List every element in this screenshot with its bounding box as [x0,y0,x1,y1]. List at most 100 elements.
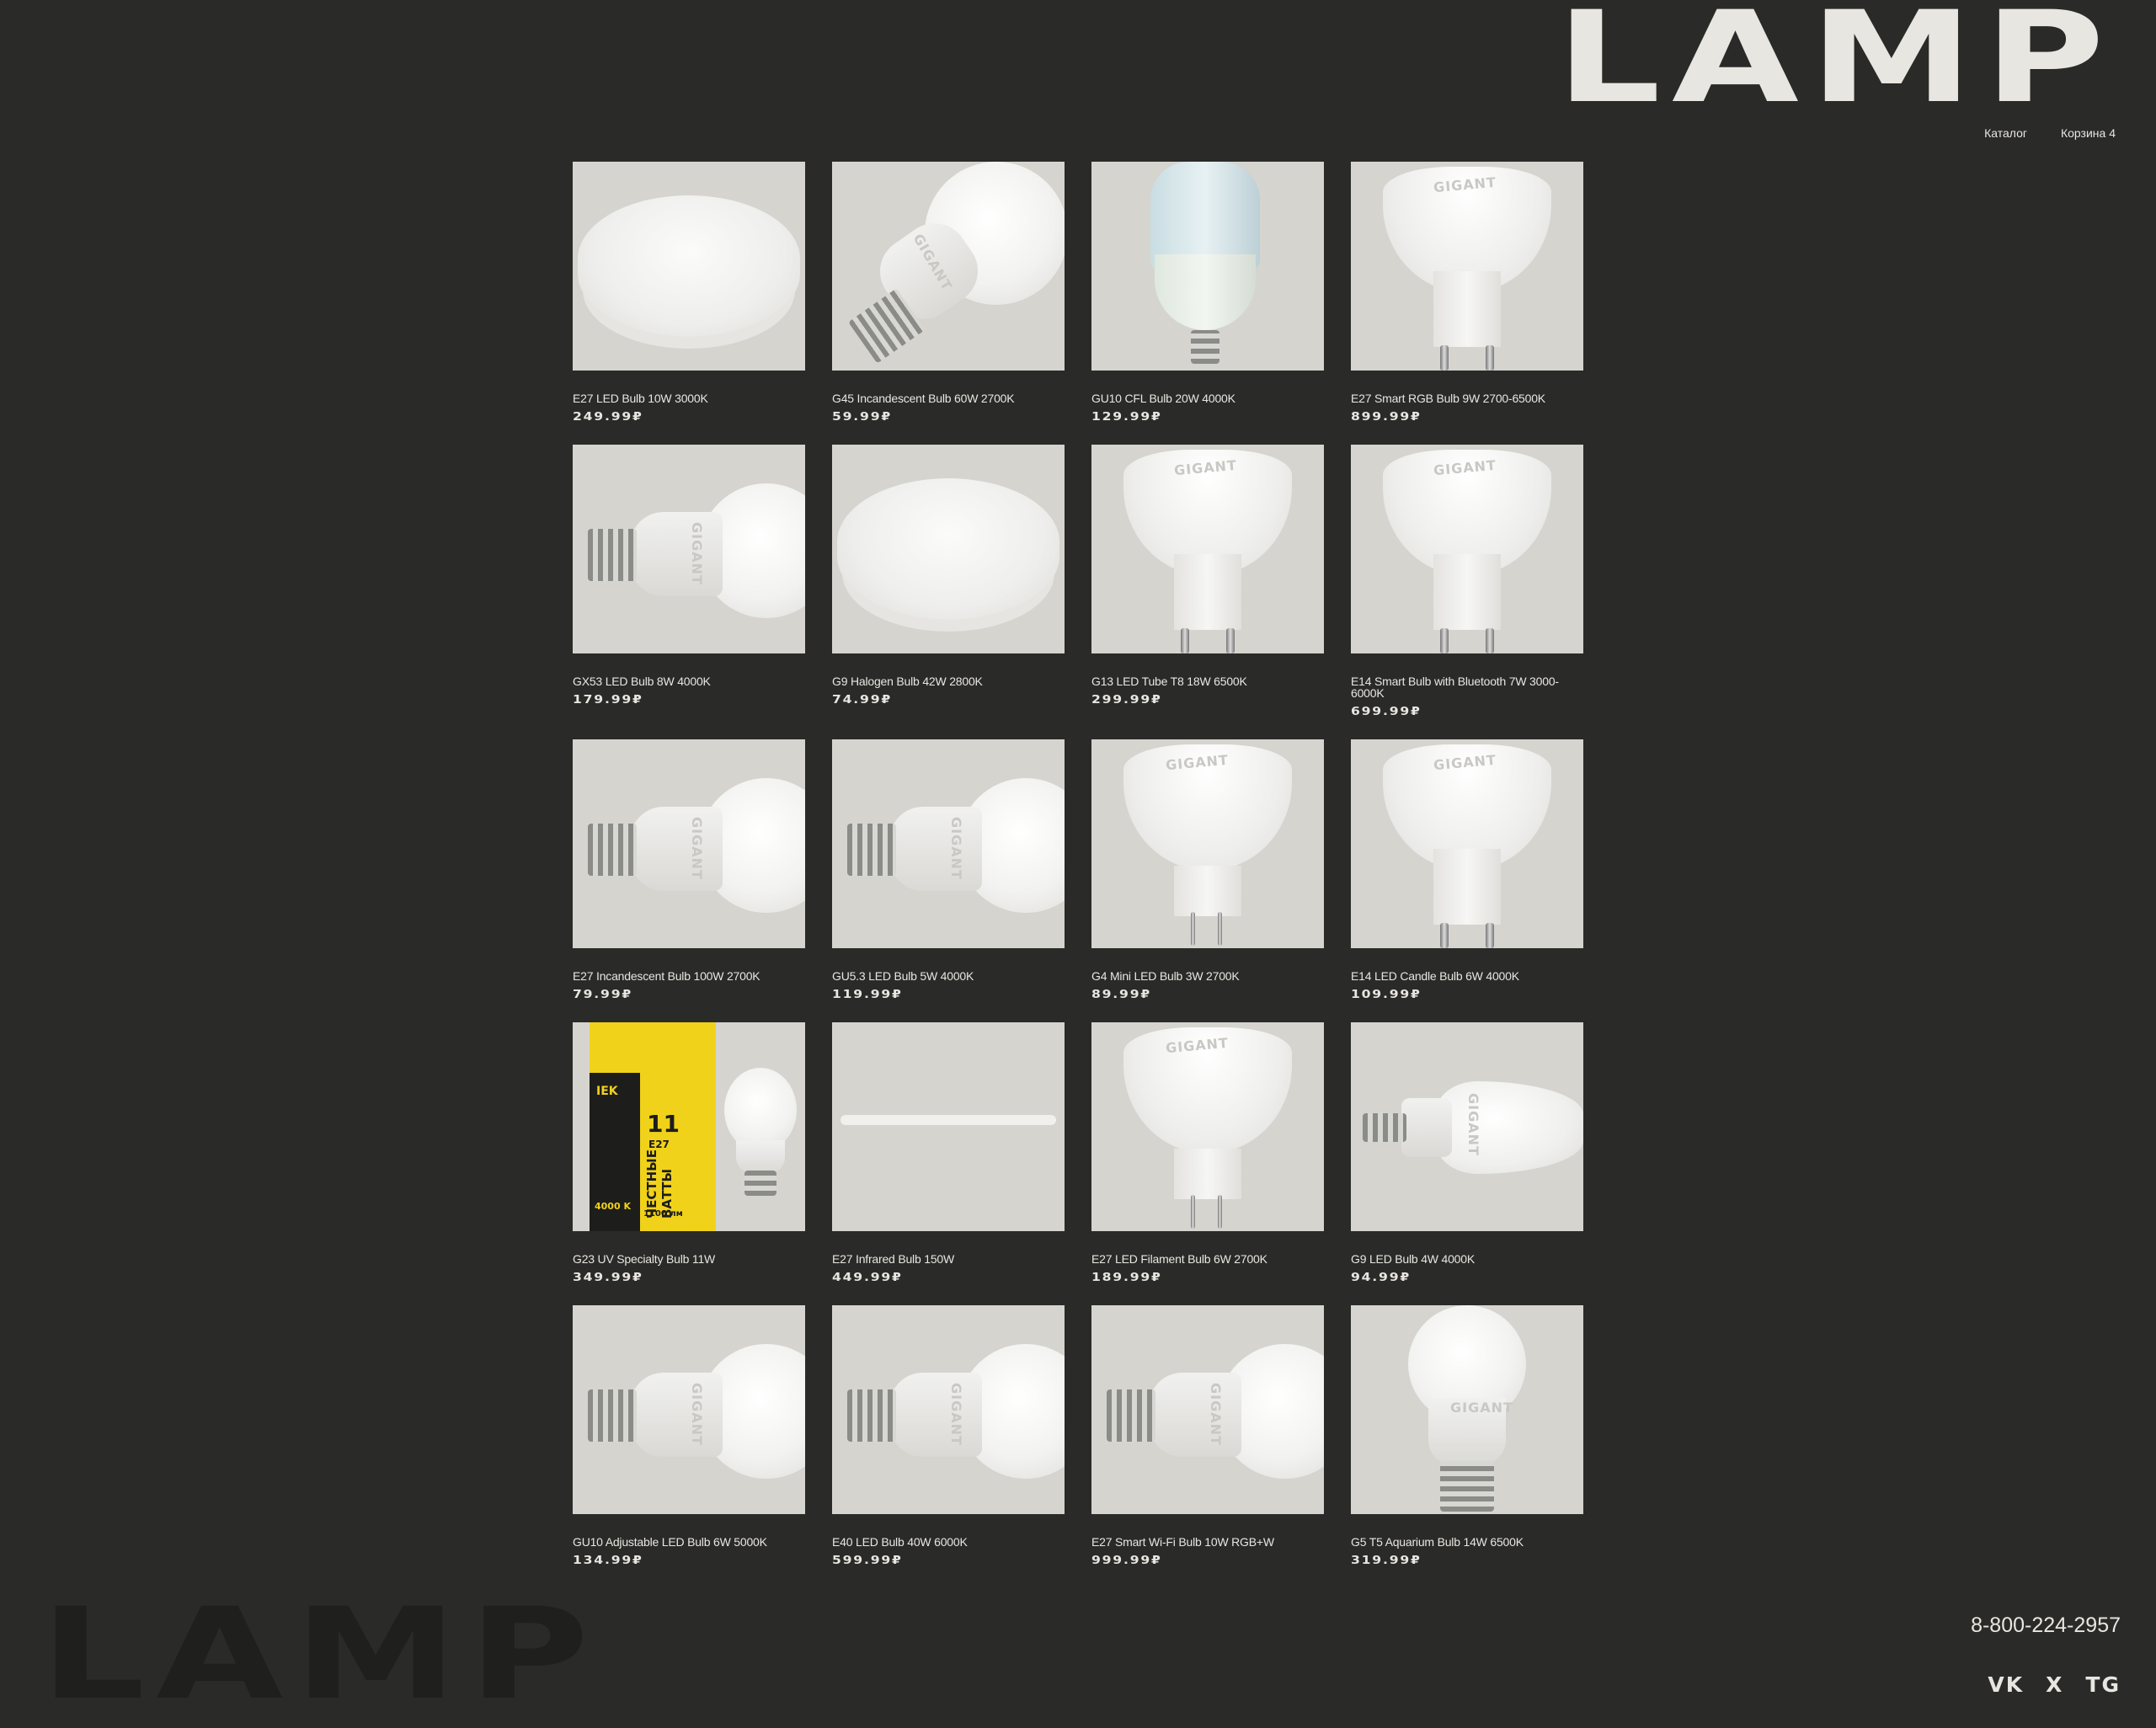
product-price: 599.99₽ [832,1555,903,1567]
product-name[interactable]: GU10 CFL Bulb 20W 4000K [1091,392,1324,404]
product-price: 189.99₽ [1091,1272,1162,1284]
product-name[interactable]: G45 Incandescent Bulb 60W 2700K [832,392,1065,404]
linear-tube-icon [832,1022,1065,1231]
spot-mr16-icon: GIGANT [1091,739,1324,948]
candle-bulb-icon: GIGANT [1351,1022,1583,1231]
product-name[interactable]: GX53 LED Bulb 8W 4000K [573,675,805,687]
product-card[interactable]: GIGANT E40 LED Bulb 40W 6000K 599.99₽ [832,1305,1065,1567]
product-name[interactable]: G23 UV Specialty Bulb 11W [573,1253,805,1265]
bulb-side-icon: GIGANT [573,1305,805,1514]
product-price: 74.99₽ [832,694,893,707]
product-price: 699.99₽ [1351,706,1422,718]
spot-gu10-icon: GIGANT [1351,739,1583,948]
product-price: 94.99₽ [1351,1272,1412,1284]
product-image[interactable]: GIGANT [1091,1305,1324,1514]
social-tg-link[interactable]: TG [2085,1672,2121,1697]
product-name[interactable]: E27 Smart RGB Bulb 9W 2700-6500K [1351,392,1583,404]
spot-gu10-icon: GIGANT [1351,445,1583,653]
product-name[interactable]: G5 T5 Aquarium Bulb 14W 6500K [1351,1536,1583,1548]
boxed-bulb-icon: IEK 11 E27 ЧЕСТНЫЕ ВАТТЫ 4000 K 1100 лм [573,1022,805,1231]
product-name[interactable]: E27 LED Filament Bulb 6W 2700K [1091,1253,1324,1265]
product-card[interactable]: IEK 11 E27 ЧЕСТНЫЕ ВАТТЫ 4000 K 1100 лм … [573,1022,805,1284]
bulb-side-icon: GIGANT [832,739,1065,948]
product-image[interactable]: GIGANT [1351,445,1583,653]
product-image[interactable]: GIGANT [573,445,805,653]
product-card[interactable]: GIGANT GX53 LED Bulb 8W 4000K 179.99₽ [573,445,805,707]
product-image[interactable]: GIGANT [1091,739,1324,948]
product-image[interactable]: GIGANT [832,1305,1065,1514]
product-image[interactable] [573,162,805,371]
product-name[interactable]: E27 Incandescent Bulb 100W 2700K [573,970,805,982]
product-image[interactable]: GIGANT [1351,1022,1583,1231]
brand-logo[interactable]: LAMP [1556,0,2116,121]
product-name[interactable]: GU5.3 LED Bulb 5W 4000K [832,970,1065,982]
product-name[interactable]: E27 LED Bulb 10W 3000K [573,392,805,404]
bulb-tilted-icon: GIGANT [832,162,1065,371]
box-brand-text: IEK [596,1085,618,1098]
product-price: 79.99₽ [573,989,633,1001]
product-image[interactable] [1091,162,1324,371]
gigant-brand-mark: GIGANT [1465,1093,1481,1156]
product-card[interactable]: GIGANT G45 Incandescent Bulb 60W 2700K 5… [832,162,1065,424]
social-x-link[interactable]: X [2046,1672,2063,1697]
product-card[interactable]: GIGANT E14 Smart Bulb with Bluetooth 7W … [1351,445,1583,718]
product-image[interactable]: GIGANT [1091,1022,1324,1231]
product-image[interactable]: GIGANT [832,739,1065,948]
product-price: 59.99₽ [832,411,893,424]
product-image[interactable]: GIGANT [1351,1305,1583,1514]
top-nav: Каталог Корзина 4 [1984,126,2116,140]
product-image[interactable]: GIGANT [573,1305,805,1514]
product-card[interactable]: GIGANT E14 LED Candle Bulb 6W 4000K 109.… [1351,739,1583,1001]
product-price: 319.99₽ [1351,1555,1422,1567]
product-image[interactable]: GIGANT [573,739,805,948]
product-name[interactable]: E27 Infrared Bulb 150W [832,1253,1065,1265]
product-price: 129.99₽ [1091,411,1162,424]
product-price: 899.99₽ [1351,411,1422,424]
product-card[interactable]: GIGANT E27 LED Filament Bulb 6W 2700K 18… [1091,1022,1324,1284]
product-name[interactable]: G13 LED Tube T8 18W 6500K [1091,675,1324,687]
box-temp-text: 4000 K [595,1201,631,1212]
bulb-side-icon: GIGANT [832,1305,1065,1514]
product-image[interactable]: IEK 11 E27 ЧЕСТНЫЕ ВАТТЫ 4000 K 1100 лм [573,1022,805,1231]
product-name[interactable]: G4 Mini LED Bulb 3W 2700K [1091,970,1324,982]
product-card[interactable]: GIGANT E27 Incandescent Bulb 100W 2700K … [573,739,805,1001]
product-price: 999.99₽ [1091,1555,1162,1567]
product-name[interactable]: E27 Smart Wi-Fi Bulb 10W RGB+W [1091,1536,1324,1548]
product-card[interactable]: G9 Halogen Bulb 42W 2800K 74.99₽ [832,445,1065,707]
product-card[interactable]: GU10 CFL Bulb 20W 4000K 129.99₽ [1091,162,1324,424]
bulb-upright-icon: GIGANT [1351,1305,1583,1514]
product-card[interactable]: GIGANT G13 LED Tube T8 18W 6500K 299.99₽ [1091,445,1324,707]
social-vk-link[interactable]: VK [1988,1672,2024,1697]
product-name[interactable]: E14 Smart Bulb with Bluetooth 7W 3000-60… [1351,675,1583,699]
nav-cart-link[interactable]: Корзина 4 [2061,126,2116,140]
product-card[interactable]: GIGANT G4 Mini LED Bulb 3W 2700K 89.99₽ [1091,739,1324,1001]
footer-phone[interactable]: 8-800-224-2957 [1971,1613,2121,1638]
product-card[interactable]: GIGANT E27 Smart RGB Bulb 9W 2700-6500K … [1351,162,1583,424]
product-image[interactable]: GIGANT [1351,739,1583,948]
product-card[interactable]: GIGANT GU10 Adjustable LED Bulb 6W 5000K… [573,1305,805,1567]
nav-catalog-link[interactable]: Каталог [1984,126,2027,140]
product-name[interactable]: GU10 Adjustable LED Bulb 6W 5000K [573,1536,805,1548]
bulb-side-icon: GIGANT [573,445,805,653]
product-card[interactable]: GIGANT G5 T5 Aquarium Bulb 14W 6500K 319… [1351,1305,1583,1567]
product-name[interactable]: G9 LED Bulb 4W 4000K [1351,1253,1583,1265]
product-image[interactable]: GIGANT [1091,445,1324,653]
product-grid: E27 LED Bulb 10W 3000K 249.99₽ GIGANT G4… [573,162,1583,1588]
tube-bulb-icon [1091,162,1324,371]
product-name[interactable]: E40 LED Bulb 40W 6000K [832,1536,1065,1548]
gigant-brand-mark: GIGANT [688,1383,705,1446]
box-lumen-text: 1100 лм [643,1209,683,1219]
product-card[interactable]: E27 LED Bulb 10W 3000K 249.99₽ [573,162,805,424]
product-card[interactable]: E27 Infrared Bulb 150W 449.99₽ [832,1022,1065,1284]
product-card[interactable]: GIGANT GU5.3 LED Bulb 5W 4000K 119.99₽ [832,739,1065,1001]
product-image[interactable]: GIGANT [832,162,1065,371]
product-image[interactable] [832,1022,1065,1231]
footer-logo: LAMP [40,1581,600,1728]
product-image[interactable] [832,445,1065,653]
product-price: 134.99₽ [573,1555,643,1567]
product-card[interactable]: GIGANT E27 Smart Wi-Fi Bulb 10W RGB+W 99… [1091,1305,1324,1567]
product-image[interactable]: GIGANT [1351,162,1583,371]
product-name[interactable]: G9 Halogen Bulb 42W 2800K [832,675,1065,687]
product-name[interactable]: E14 LED Candle Bulb 6W 4000K [1351,970,1583,982]
product-card[interactable]: GIGANT G9 LED Bulb 4W 4000K 94.99₽ [1351,1022,1583,1284]
